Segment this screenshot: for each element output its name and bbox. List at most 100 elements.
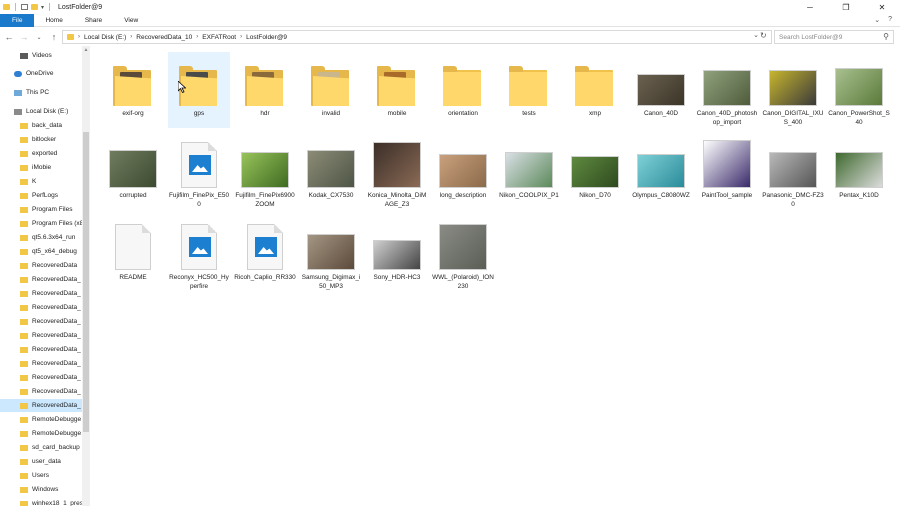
file-item[interactable]: Sony_HDR-HC3 (366, 216, 428, 292)
tab-view[interactable]: View (113, 14, 149, 27)
sidebar-item-folder[interactable]: exported (0, 147, 82, 160)
sidebar-item-videos[interactable]: Videos (0, 49, 82, 62)
file-item[interactable]: Canon_40D_photoshop_import (696, 52, 758, 128)
folder-icon (20, 164, 28, 171)
chevron-right-icon[interactable]: › (240, 34, 242, 40)
file-item[interactable]: PaintTool_sample (696, 134, 758, 210)
breadcrumb-lostfolder[interactable]: LostFolder@9 (246, 34, 287, 41)
tab-share[interactable]: Share (74, 14, 113, 27)
chevron-down-icon[interactable]: ⌄ (753, 31, 759, 39)
sidebar-scrollbar[interactable]: ▲ (82, 46, 90, 506)
folder-item[interactable]: exif-org (102, 52, 164, 128)
file-item[interactable]: Fujifilm_FinePix_E500 (168, 134, 230, 210)
image-thumbnail (306, 222, 356, 270)
file-item[interactable]: Pentax_K10D (828, 134, 890, 210)
file-item[interactable]: Nikon_COOLPIX_P1 (498, 134, 560, 210)
sidebar-item-folder[interactable]: RecoveredData_ (0, 273, 82, 286)
sidebar-item-folder[interactable]: RemoteDebugge (0, 427, 82, 440)
file-item[interactable]: long_description (432, 134, 494, 210)
sidebar-item-folder[interactable]: RecoveredData (0, 259, 82, 272)
file-item[interactable]: Samsung_Digimax_i50_MP3 (300, 216, 362, 292)
sidebar-item-folder[interactable]: Windows (0, 483, 82, 496)
sidebar-item-folder[interactable]: bitlocker (0, 133, 82, 146)
folder-item[interactable]: mobile (366, 52, 428, 128)
folder-item[interactable]: tests (498, 52, 560, 128)
new-folder-icon[interactable] (31, 4, 38, 10)
minimize-button[interactable]: ─ (792, 0, 828, 14)
recent-locations-button[interactable]: ⌄ (33, 30, 45, 44)
tab-file[interactable]: File (0, 13, 35, 27)
file-item[interactable]: Canon_PowerShot_S40 (828, 52, 890, 128)
file-item[interactable]: Kodak_CX7530 (300, 134, 362, 210)
sidebar-item-this-pc[interactable]: This PC (0, 86, 82, 99)
file-item[interactable]: Reconyx_HC500_Hyperfire (168, 216, 230, 292)
chevron-down-icon[interactable]: ⌄ (874, 16, 880, 24)
search-icon[interactable]: ⚲ (883, 32, 889, 41)
file-item[interactable]: README (102, 216, 164, 292)
sidebar-item-folder[interactable]: PerfLogs (0, 189, 82, 202)
refresh-icon[interactable]: ↻ (760, 31, 767, 40)
file-name-label: Panasonic_DMC-FZ30 (762, 192, 824, 208)
chevron-down-icon[interactable]: ▾ (41, 4, 44, 11)
close-button[interactable]: ✕ (864, 0, 900, 14)
file-item[interactable]: Canon_40D (630, 52, 692, 128)
folder-icon (20, 388, 28, 395)
sidebar-item-folder[interactable]: sd_card_backup (0, 441, 82, 454)
scrollbar-thumb[interactable] (83, 132, 89, 432)
sidebar-item-folder[interactable]: qt5_x64_debug (0, 245, 82, 258)
chevron-right-icon[interactable]: › (196, 34, 198, 40)
sidebar-item-folder[interactable]: RecoveredData_ (0, 301, 82, 314)
sidebar-item-folder[interactable]: back_data (0, 119, 82, 132)
sidebar-item-folder[interactable]: RecoveredData_ (0, 329, 82, 342)
sidebar-item-onedrive[interactable]: OneDrive (0, 67, 82, 80)
sidebar-item-folder[interactable]: iMobie (0, 161, 82, 174)
file-item[interactable]: Nikon_D70 (564, 134, 626, 210)
chevron-right-icon[interactable]: › (78, 34, 80, 40)
sidebar-item-local-disk[interactable]: Local Disk (E:) (0, 105, 82, 118)
file-item[interactable]: WWL_(Polaroid)_ION230 (432, 216, 494, 292)
back-button[interactable]: ← (3, 30, 15, 44)
tab-home[interactable]: Home (34, 14, 73, 27)
file-item[interactable]: corrupted (102, 134, 164, 210)
sidebar-item-folder[interactable]: Program Files (x86) (0, 217, 82, 230)
search-input[interactable]: Search LostFolder@9 ⚲ (774, 30, 894, 44)
folder-item[interactable]: hdr (234, 52, 296, 128)
file-item[interactable]: Ricoh_Caplio_RR330 (234, 216, 296, 292)
sidebar-item-folder[interactable]: RecoveredData_ (0, 357, 82, 370)
help-icon[interactable]: ? (888, 16, 892, 24)
sidebar-item-folder[interactable]: RecoveredData_ (0, 287, 82, 300)
file-item[interactable]: Panasonic_DMC-FZ30 (762, 134, 824, 210)
folder-item[interactable]: orientation (432, 52, 494, 128)
folder-icon (20, 374, 28, 381)
address-bar[interactable]: › Local Disk (E:) › RecoveredData_10 › E… (62, 30, 772, 44)
sidebar-item-folder[interactable]: RecoveredData_ (0, 399, 82, 412)
sidebar-item-folder[interactable]: user_data (0, 455, 82, 468)
sidebar-item-folder[interactable]: RecoveredData_ (0, 343, 82, 356)
forward-button[interactable]: → (18, 30, 30, 44)
scroll-up-arrow[interactable]: ▲ (82, 46, 90, 54)
file-item[interactable]: Canon_DIGITAL_IXUS_400 (762, 52, 824, 128)
sidebar-item-folder[interactable]: RecoveredData_ (0, 371, 82, 384)
chevron-right-icon[interactable]: › (130, 34, 132, 40)
sidebar-item-folder[interactable]: K (0, 175, 82, 188)
file-name-label: WWL_(Polaroid)_ION230 (432, 274, 494, 290)
sidebar-item-folder[interactable]: qt5.6.3x64_run (0, 231, 82, 244)
sidebar-item-folder[interactable]: RecoveredData_ (0, 385, 82, 398)
maximize-button[interactable]: ❐ (828, 0, 864, 14)
file-item[interactable]: Olympus_C8080WZ (630, 134, 692, 210)
folder-item[interactable]: xmp (564, 52, 626, 128)
up-button[interactable]: ↑ (48, 30, 60, 44)
folder-item[interactable]: invalid (300, 52, 362, 128)
file-item[interactable]: Konica_Minolta_DiMAGE_Z3 (366, 134, 428, 210)
breadcrumb-recovereddata[interactable]: RecoveredData_10 (136, 34, 192, 41)
sidebar-item-folder[interactable]: Users (0, 469, 82, 482)
breadcrumb-exfatroot[interactable]: EXFATRoot (202, 34, 236, 41)
sidebar-item-folder[interactable]: RemoteDebugge (0, 413, 82, 426)
file-item[interactable]: Fujifilm_FinePix6900ZOOM (234, 134, 296, 210)
properties-icon[interactable] (21, 4, 28, 10)
sidebar-item-folder[interactable]: Program Files (0, 203, 82, 216)
sidebar-item-folder[interactable]: winhex18_1_pres (0, 497, 82, 506)
folder-icon (20, 122, 28, 129)
sidebar-item-folder[interactable]: RecoveredData_ (0, 315, 82, 328)
breadcrumb-local-disk[interactable]: Local Disk (E:) (84, 34, 126, 41)
